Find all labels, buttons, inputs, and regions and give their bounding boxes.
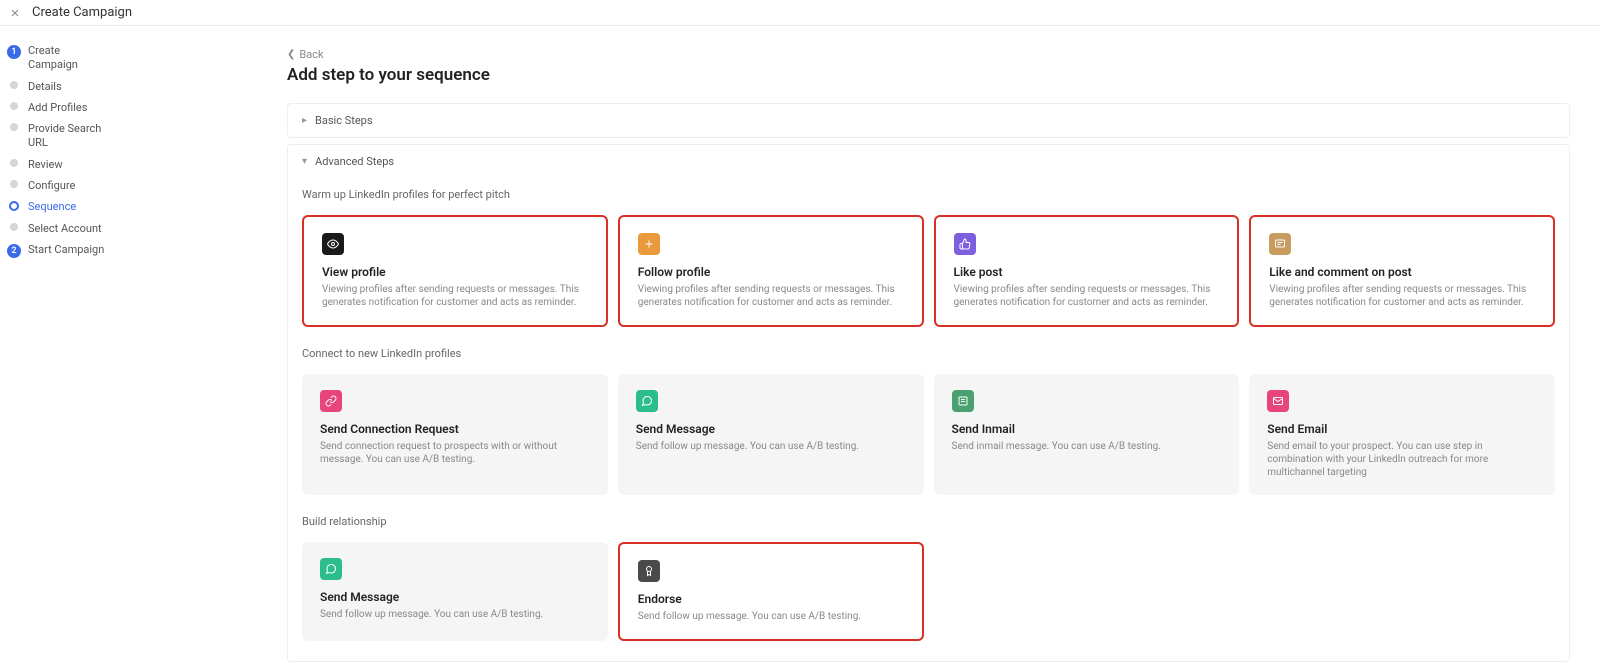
basic-steps-accordion[interactable]: ▸ Basic Steps (287, 103, 1570, 138)
connect-card-group: Send Connection Request Send connection … (302, 374, 1555, 495)
sidebar-item-start[interactable]: 2Start Campaign (7, 243, 105, 258)
card-like-post[interactable]: Like post Viewing profiles after sending… (934, 215, 1240, 327)
sidebar-item-review[interactable]: Review (7, 158, 105, 172)
warmup-card-group: View profile Viewing profiles after send… (302, 215, 1555, 327)
sidebar-item-sequence[interactable]: Sequence (7, 200, 105, 214)
close-icon[interactable] (8, 6, 22, 20)
card-send-message[interactable]: Send Message Send follow up message. You… (618, 374, 924, 495)
eye-icon (322, 233, 344, 255)
link-icon (320, 390, 342, 412)
topbar: Create Campaign (0, 0, 1600, 26)
card-follow-profile[interactable]: Follow profile Viewing profiles after se… (618, 215, 924, 327)
chevron-left-icon: ❮ (287, 49, 295, 60)
card-send-email[interactable]: Send Email Send email to your prospect. … (1249, 374, 1555, 495)
build-card-group: Send Message Send follow up message. You… (302, 542, 1555, 641)
section-build-heading: Build relationship (302, 515, 1555, 528)
sidebar-item-select-account[interactable]: Select Account (7, 222, 105, 236)
card-send-message-2[interactable]: Send Message Send follow up message. You… (302, 542, 608, 641)
back-link[interactable]: ❮ Back (287, 48, 324, 61)
chat-icon (320, 558, 342, 580)
mail-icon (1267, 390, 1289, 412)
chevron-down-icon: ▾ (302, 156, 307, 167)
sidebar-item-provide-url[interactable]: Provide Search URL (7, 122, 105, 151)
wizard-sidebar: 1Create Campaign Details Add Profiles Pr… (0, 26, 105, 672)
card-send-inmail[interactable]: Send Inmail Send inmail message. You can… (934, 374, 1240, 495)
comment-icon (1269, 233, 1291, 255)
section-warmup-heading: Warm up LinkedIn profiles for perfect pi… (302, 188, 1555, 201)
sidebar-item-configure[interactable]: Configure (7, 179, 105, 193)
topbar-title: Create Campaign (32, 5, 132, 20)
chat-icon (636, 390, 658, 412)
main-content: ❮ Back Add step to your sequence ▸ Basic… (105, 26, 1600, 672)
advanced-steps-panel: ▾ Advanced Steps Warm up LinkedIn profil… (287, 144, 1570, 662)
inmail-icon (952, 390, 974, 412)
advanced-steps-accordion[interactable]: ▾ Advanced Steps (302, 145, 1555, 168)
card-view-profile[interactable]: View profile Viewing profiles after send… (302, 215, 608, 327)
award-icon (638, 560, 660, 582)
card-like-comment[interactable]: Like and comment on post Viewing profile… (1249, 215, 1555, 327)
thumbs-up-icon (954, 233, 976, 255)
sidebar-item-create[interactable]: 1Create Campaign (7, 44, 105, 73)
sidebar-item-details[interactable]: Details (7, 80, 105, 94)
chevron-right-icon: ▸ (302, 115, 307, 126)
card-connection-request[interactable]: Send Connection Request Send connection … (302, 374, 608, 495)
page-title: Add step to your sequence (287, 65, 1570, 85)
section-connect-heading: Connect to new LinkedIn profiles (302, 347, 1555, 360)
card-endorse[interactable]: Endorse Send follow up message. You can … (618, 542, 924, 641)
sidebar-item-add-profiles[interactable]: Add Profiles (7, 101, 105, 115)
plus-icon (638, 233, 660, 255)
